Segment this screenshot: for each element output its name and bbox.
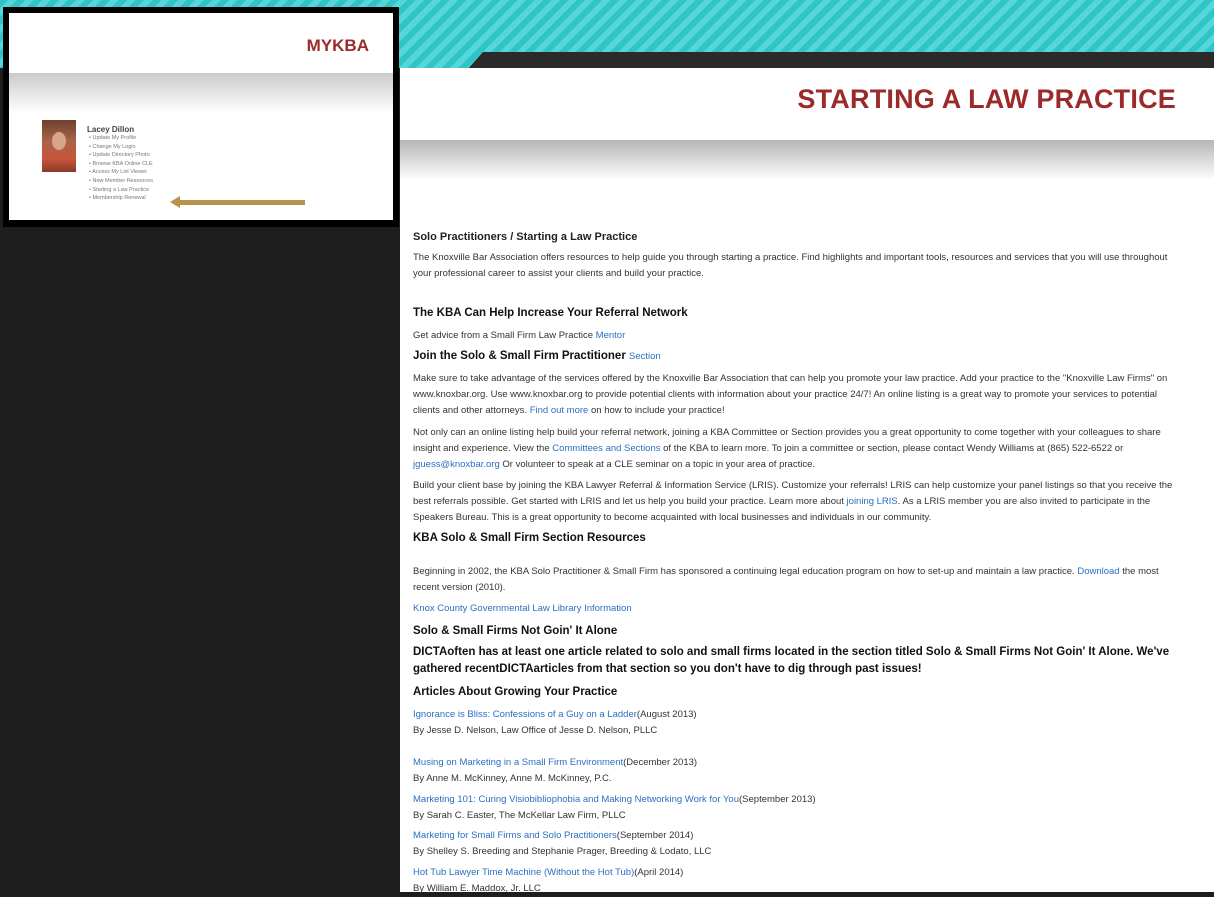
article-link[interactable]: Marketing for Small Firms and Solo Pract… — [413, 830, 617, 841]
join-text: Join the Solo & Small Firm Practitioner — [413, 350, 629, 362]
committee-paragraph: Not only can an online listing help buil… — [413, 425, 1178, 473]
mykba-inset: MYKBA Lacey Dillon Update My Profile Cha… — [3, 7, 399, 227]
find-out-more-link[interactable]: Find out more — [530, 405, 589, 416]
main-content: Solo Practitioners / Starting a Law Prac… — [400, 210, 1214, 894]
library-link[interactable]: Knox County Governmental Law Library Inf… — [413, 603, 632, 614]
article-author: By Shelley S. Breeding and Stephanie Pra… — [413, 846, 712, 857]
article-link[interactable]: Musing on Marketing in a Small Firm Envi… — [413, 757, 623, 768]
promote-text-a: Make sure to take advantage of the servi… — [413, 373, 1168, 416]
profile-name: Lacey Dillon — [87, 125, 135, 134]
article-date: (September 2013) — [739, 794, 816, 805]
mentor-text: Get advice from a Small Firm Law Practic… — [413, 330, 596, 341]
article-link[interactable]: Hot Tub Lawyer Time Machine (Without the… — [413, 867, 634, 878]
committee-text-b: of the KBA to learn more. To join a comm… — [660, 443, 1124, 454]
promote-paragraph: Make sure to take advantage of the servi… — [413, 371, 1178, 419]
article-author: By William E. Maddox, Jr. LLC — [413, 883, 541, 894]
join-heading: Join the Solo & Small Firm Practitioner … — [413, 348, 1178, 365]
article-item: Hot Tub Lawyer Time Machine (Without the… — [413, 865, 1178, 897]
lris-paragraph: Build your client base by joining the KB… — [413, 478, 1178, 526]
intro-paragraph: The Knoxville Bar Association offers res… — [413, 252, 1168, 279]
profile-links: Update My Profile Change My Login Update… — [89, 134, 153, 203]
article-date: (September 2014) — [616, 830, 694, 841]
article-date: (April 2014) — [634, 867, 684, 878]
article-date: (December 2013) — [623, 757, 698, 768]
article-item: Ignorance is Bliss: Confessions of a Guy… — [413, 707, 1178, 739]
header-shadow — [400, 140, 1214, 180]
profile-link-change-login[interactable]: Change My Login — [89, 143, 153, 152]
committee-text-c: Or volunteer to speak at a CLE seminar o… — [499, 459, 815, 470]
avatar-face — [52, 132, 66, 150]
article-link[interactable]: Ignorance is Bliss: Confessions of a Guy… — [413, 709, 637, 720]
section-link[interactable]: Section — [629, 351, 661, 362]
profile-link-update-profile[interactable]: Update My Profile — [89, 134, 153, 143]
profile-link-membership-renewal[interactable]: Membership Renewal — [89, 194, 153, 203]
resources-heading: KBA Solo & Small Firm Section Resources — [413, 532, 646, 544]
profile-link-starting-practice[interactable]: Starting a Law Practice — [89, 186, 153, 195]
library-line: Knox County Governmental Law Library Inf… — [413, 601, 1178, 617]
articles-heading: Articles About Growing Your Practice — [413, 686, 618, 698]
article-date: (August 2013) — [636, 709, 697, 720]
alone-text: DICTAoften has at least one article rela… — [413, 646, 1170, 675]
joining-lris-link[interactable]: joining LRIS — [847, 496, 898, 507]
committees-link[interactable]: Committees and Sections — [552, 443, 660, 454]
article-author: By Jesse D. Nelson, Law Office of Jesse … — [413, 725, 658, 736]
article-item: Musing on Marketing in a Small Firm Envi… — [413, 755, 1178, 787]
inset-shadow — [9, 73, 393, 113]
profile-link-online-cle[interactable]: Browse KBA Online CLE — [89, 160, 153, 169]
mentor-link[interactable]: Mentor — [596, 330, 626, 341]
resources-text-a: Beginning in 2002, the KBA Solo Practiti… — [413, 566, 1078, 577]
profile-link-new-member[interactable]: New Member Resources — [89, 177, 153, 186]
mykba-brand: MYKBA — [306, 36, 369, 55]
pointer-arrow — [179, 200, 305, 205]
article-author: By Sarah C. Easter, The McKellar Law Fir… — [413, 810, 626, 821]
avatar — [42, 120, 76, 172]
download-link[interactable]: Download — [1077, 566, 1119, 577]
article-link[interactable]: Marketing 101: Curing Visiobibliophobia … — [413, 794, 739, 805]
article-item: Marketing for Small Firms and Solo Pract… — [413, 828, 1178, 860]
resources-paragraph: Beginning in 2002, the KBA Solo Practiti… — [413, 564, 1178, 596]
alone-heading: Solo & Small Firms Not Goin' It Alone — [413, 625, 618, 637]
email-link[interactable]: jguess@knoxbar.org — [413, 459, 500, 470]
page-title: STARTING A LAW PRACTICE — [797, 84, 1176, 114]
section-title: Solo Practitioners / Starting a Law Prac… — [413, 231, 638, 243]
mykba-panel: MYKBA Lacey Dillon Update My Profile Cha… — [9, 13, 393, 220]
profile-link-directory-photo[interactable]: Update Directory Photo — [89, 151, 153, 160]
mentor-line: Get advice from a Small Firm Law Practic… — [413, 328, 1178, 344]
referral-heading: The KBA Can Help Increase Your Referral … — [413, 307, 688, 319]
promote-text-b: on how to include your practice! — [588, 405, 725, 416]
article-author: By Anne M. McKinney, Anne M. McKinney, P… — [413, 773, 612, 784]
profile-link-list-viewer[interactable]: Access My List Viewer — [89, 168, 153, 177]
article-item: Marketing 101: Curing Visiobibliophobia … — [413, 792, 1178, 824]
